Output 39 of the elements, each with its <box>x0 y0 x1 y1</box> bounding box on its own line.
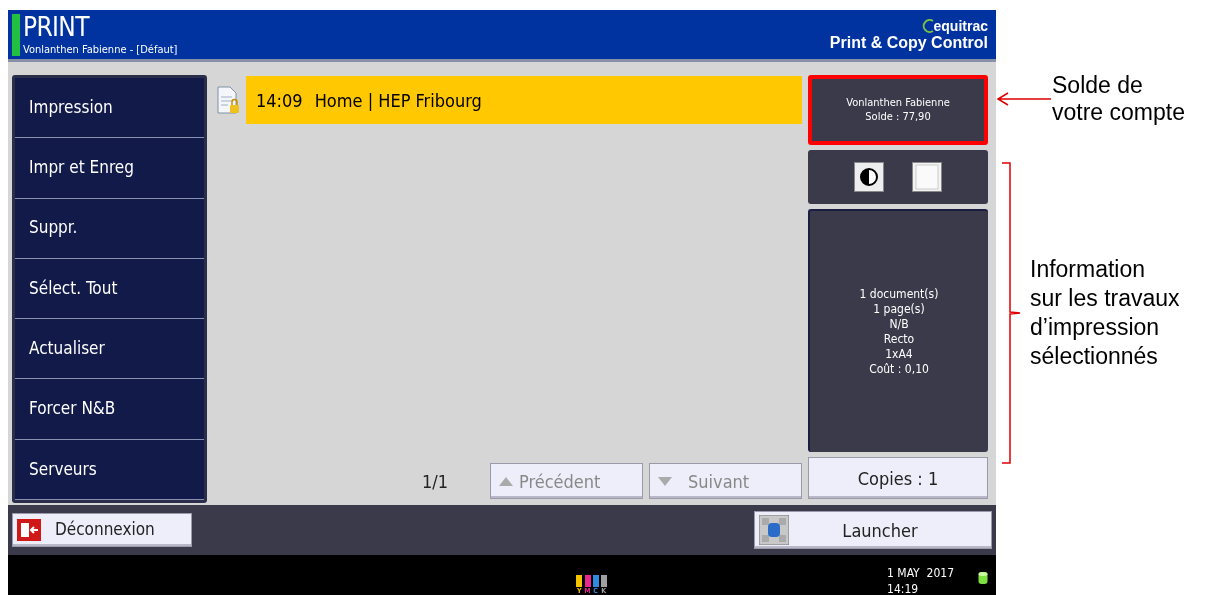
sidebar-button[interactable]: Impr et Enreg <box>15 138 204 199</box>
job-info-line: 1xA4 <box>885 346 913 362</box>
job-info-line: Recto <box>883 331 915 347</box>
account-name: Vonlanthen Fabienne <box>846 96 950 110</box>
exit-door-icon <box>17 519 41 541</box>
annotation-text: Solde de votre compte <box>1052 72 1185 126</box>
storage-icon <box>978 571 988 585</box>
screen-title: PRINT <box>23 14 91 40</box>
brand-name: equitrac <box>933 17 988 34</box>
page-counter: 1/1 <box>421 469 448 494</box>
job-info-line: 1 page(s) <box>873 301 925 317</box>
up-triangle-icon <box>499 476 513 486</box>
status-time: 14:19 <box>887 581 920 595</box>
product-name: Print & Copy Control <box>829 33 988 52</box>
sidebar-button[interactable]: Actualiser <box>15 319 204 380</box>
job-info-line: 1 document(s) <box>859 286 939 302</box>
cube-grid-icon <box>759 515 789 545</box>
sidebar-button[interactable]: Forcer N&B <box>15 379 204 440</box>
blank-square-icon[interactable] <box>912 162 942 192</box>
job-info-line: N/B <box>889 316 909 332</box>
copies-button[interactable]: Copies : 1 <box>808 457 988 499</box>
sidebar-button[interactable]: Sélect. Tout <box>15 258 204 320</box>
sidebar-button[interactable]: Suppr. <box>15 198 204 259</box>
job-info-line: Coût : 0,10 <box>869 361 929 377</box>
status-date: 1 MAY 2017 <box>887 565 954 581</box>
launcher-button[interactable]: Launcher <box>754 511 992 549</box>
annotation-text: Information sur les travaux d’impression sélectionnés <box>1030 255 1180 371</box>
logout-button[interactable]: Déconnexion <box>12 513 192 547</box>
arrow-icon <box>996 92 1052 106</box>
account-balance: Solde : 77,90 <box>865 110 931 124</box>
swoosh-icon <box>921 18 934 33</box>
sidebar-button[interactable]: Impression <box>15 78 204 139</box>
print-job-row[interactable]: 14:09 Home | HEP Fribourg <box>246 76 802 124</box>
down-triangle-icon <box>658 476 672 486</box>
locked-document-icon <box>215 85 241 115</box>
sidebar-button[interactable]: Serveurs <box>15 439 204 500</box>
bracket-icon <box>1000 162 1022 464</box>
user-label: Vonlanthen Fabienne - [Défaut] <box>23 43 178 56</box>
status-stripe <box>12 14 20 56</box>
